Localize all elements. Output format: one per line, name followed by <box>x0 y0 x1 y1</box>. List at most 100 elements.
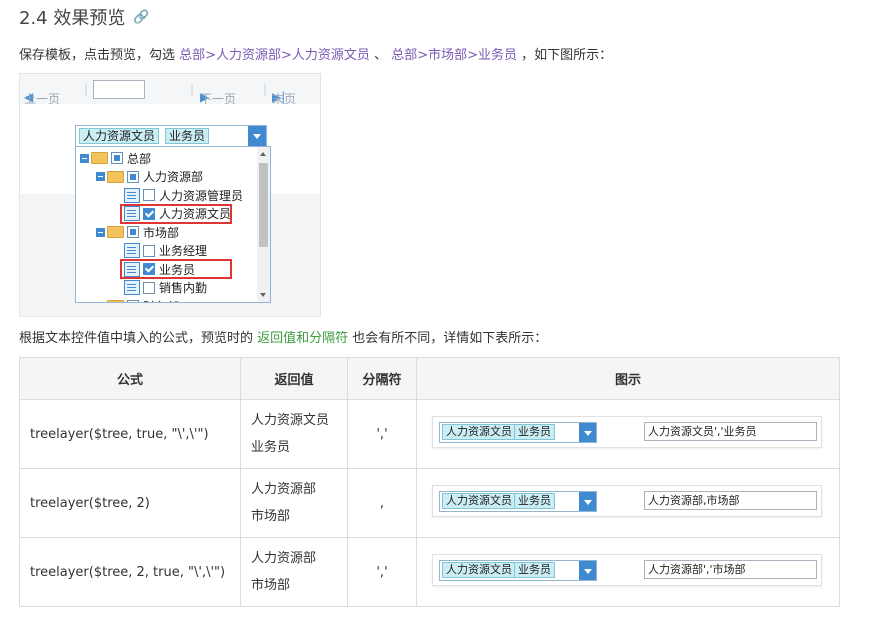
node-label: 业务经理 <box>159 244 208 258</box>
pager-divider: | <box>190 82 195 96</box>
tree-node[interactable]: 业务经理 <box>124 242 207 260</box>
separator-cell: ',' <box>347 399 417 469</box>
node-checkbox[interactable] <box>127 170 139 183</box>
return-line-2: 市场部 <box>251 509 291 524</box>
scroll-thumb[interactable] <box>259 163 268 247</box>
tree-dropdown: 总部人力资源部人力资源管理员人力资源文员市场部业务经理业务员销售内勤财务部 <box>75 146 271 303</box>
table-row: treelayer($tree, true, "\',\'") 人力资源文员 业务员… <box>19 399 840 469</box>
table-row: treelayer($tree, 2) 人力资源部 市场部, 人力资源文员 业务员 人力资… <box>19 468 840 538</box>
leaf-node-icon <box>124 187 140 203</box>
dropdown-arrow-icon[interactable] <box>579 561 596 580</box>
leaf-node-icon <box>124 280 140 295</box>
link-icon[interactable]: 🔗 <box>133 10 149 25</box>
formula-cell: treelayer($tree, 2) <box>19 468 241 538</box>
folder-icon <box>107 170 124 183</box>
figure-cell: 人力资源文员 业务员 人力资源部,市场部 <box>416 468 840 538</box>
desc-text: 根据文本控件值中填入的公式，预览时的 <box>19 331 258 346</box>
collapse-icon[interactable] <box>96 172 105 181</box>
mini-tree-combo[interactable]: 人力资源文员 业务员 <box>439 422 597 443</box>
tree-node[interactable]: 总部 <box>80 149 151 167</box>
separator-cell: , <box>347 468 417 538</box>
selected-tag: 人力资源文员 <box>442 562 516 578</box>
mini-preview: 人力资源文员 业务员 人力资源文员','业务员 <box>432 416 822 448</box>
dropdown-arrow-icon[interactable] <box>579 492 596 511</box>
path-link-salesman[interactable]: 总部>市场部>业务员 <box>391 48 517 63</box>
header-formula: 公式 <box>19 357 241 400</box>
intro-separator: 、 <box>369 48 392 63</box>
figure-cell: 人力资源文员 业务员 人力资源文员','业务员 <box>416 399 840 469</box>
description-paragraph: 根据文本控件值中填入的公式，预览时的 返回值和分隔符 也会有所不同，详情如下表所… <box>19 327 547 346</box>
collapse-icon[interactable] <box>96 227 105 237</box>
selected-tag: 业务员 <box>165 128 210 144</box>
path-link-hr-clerk[interactable]: 总部>人力资源部>人力资源文员 <box>179 48 370 63</box>
tree-combo[interactable]: 人力资源文员 业务员 <box>75 125 267 147</box>
header-figure: 图示 <box>416 357 840 400</box>
node-checkbox[interactable] <box>127 300 139 302</box>
highlight-box <box>120 259 232 279</box>
node-checkbox[interactable] <box>143 189 155 201</box>
dropdown-arrow-icon[interactable] <box>579 423 596 442</box>
node-checkbox[interactable] <box>143 281 155 294</box>
page-number-input[interactable] <box>93 80 145 99</box>
folder-icon <box>107 300 124 302</box>
tree-node[interactable]: 人力资源部 <box>96 168 203 186</box>
tree-node[interactable]: 销售内勤 <box>124 279 207 297</box>
tree-node[interactable]: 人力资源管理员 <box>124 186 243 204</box>
preview-screenshot: ◀ 上一页 | | ▶ 下一页 | ▶| 末页 人力资源文员 业务员 总部人力资源… <box>19 73 321 317</box>
figure-cell: 人力资源文员 业务员 人力资源部','市场部 <box>416 537 840 607</box>
node-label: 人力资源管理员 <box>159 188 244 203</box>
return-cell: 人力资源部 市场部 <box>240 468 348 538</box>
leaf-node-icon <box>124 243 140 258</box>
scroll-down-icon[interactable] <box>260 293 266 297</box>
tree-scrollbar[interactable] <box>257 147 270 302</box>
formula-cell: treelayer($tree, 2, true, "\',\'") <box>19 537 241 607</box>
tree-node[interactable]: 市场部 <box>96 223 179 241</box>
collapse-icon[interactable] <box>96 301 105 302</box>
intro-text: 保存模板，点击预览，勾选 <box>19 48 180 63</box>
dropdown-arrow-icon[interactable] <box>248 126 266 146</box>
pager-divider: | <box>84 82 89 96</box>
output-text-field[interactable]: 人力资源文员','业务员 <box>644 422 817 441</box>
intro-paragraph: 保存模板，点击预览，勾选 总部>人力资源部>人力资源文员 、 总部>市场部>业务… <box>19 44 612 63</box>
mini-tree-combo[interactable]: 人力资源文员 业务员 <box>439 491 597 512</box>
node-label: 人力资源部 <box>143 170 204 184</box>
node-checkbox[interactable] <box>111 152 123 164</box>
folder-icon <box>91 152 108 164</box>
return-cell: 人力资源部 市场部 <box>240 537 348 607</box>
node-label: 财务部 <box>143 298 179 303</box>
selected-tag: 业务员 <box>514 493 555 509</box>
scroll-up-icon[interactable] <box>260 152 266 156</box>
pager-toolbar: ◀ 上一页 | | ▶ 下一页 | ▶| 末页 <box>20 74 320 106</box>
return-line-2: 市场部 <box>251 578 291 593</box>
node-checkbox[interactable] <box>127 226 139 238</box>
formula-table: 公式 返回值 分隔符 图示 treelayer($tree, true, "\'… <box>19 357 840 607</box>
intro-suffix: ，如下图所示： <box>517 48 613 63</box>
selected-tag: 人力资源文员 <box>442 493 516 509</box>
return-line-1: 人力资源文员 <box>251 413 330 428</box>
selected-tag: 人力资源文员 <box>79 128 160 144</box>
selected-tag: 人力资源文员 <box>442 424 516 440</box>
tree-node[interactable]: 财务部 <box>96 297 179 303</box>
section-heading: 2.4 效果预览 🔗 <box>19 4 150 30</box>
table-row: treelayer($tree, 2, true, "\',\'") 人力资源部市… <box>19 537 840 607</box>
node-label: 总部 <box>127 151 152 166</box>
header-return: 返回值 <box>240 357 348 400</box>
mini-tree-combo[interactable]: 人力资源文员 业务员 <box>439 560 597 581</box>
return-line-1: 人力资源部 <box>251 482 317 497</box>
output-text-field[interactable]: 人力资源部,市场部 <box>644 491 817 510</box>
pager-divider: | <box>263 82 268 96</box>
return-sep-link[interactable]: 返回值和分隔符 <box>257 331 348 346</box>
return-cell: 人力资源文员 业务员 <box>240 399 348 469</box>
desc-suffix: 也会有所不同，详情如下表所示： <box>348 331 548 346</box>
output-text-field[interactable]: 人力资源部','市场部 <box>644 560 817 579</box>
selected-tag: 业务员 <box>514 424 555 440</box>
section-title: 2.4 效果预览 <box>19 8 126 29</box>
collapse-icon[interactable] <box>80 153 89 163</box>
formula-cell: treelayer($tree, true, "\',\'") <box>19 399 241 469</box>
mini-preview: 人力资源文员 业务员 人力资源部,市场部 <box>432 485 822 517</box>
table-header-row: 公式 返回值 分隔符 图示 <box>19 357 840 400</box>
node-checkbox[interactable] <box>143 244 155 257</box>
mini-preview: 人力资源文员 业务员 人力资源部','市场部 <box>432 554 822 586</box>
node-label: 销售内勤 <box>159 281 208 295</box>
selected-tag: 业务员 <box>514 562 555 578</box>
